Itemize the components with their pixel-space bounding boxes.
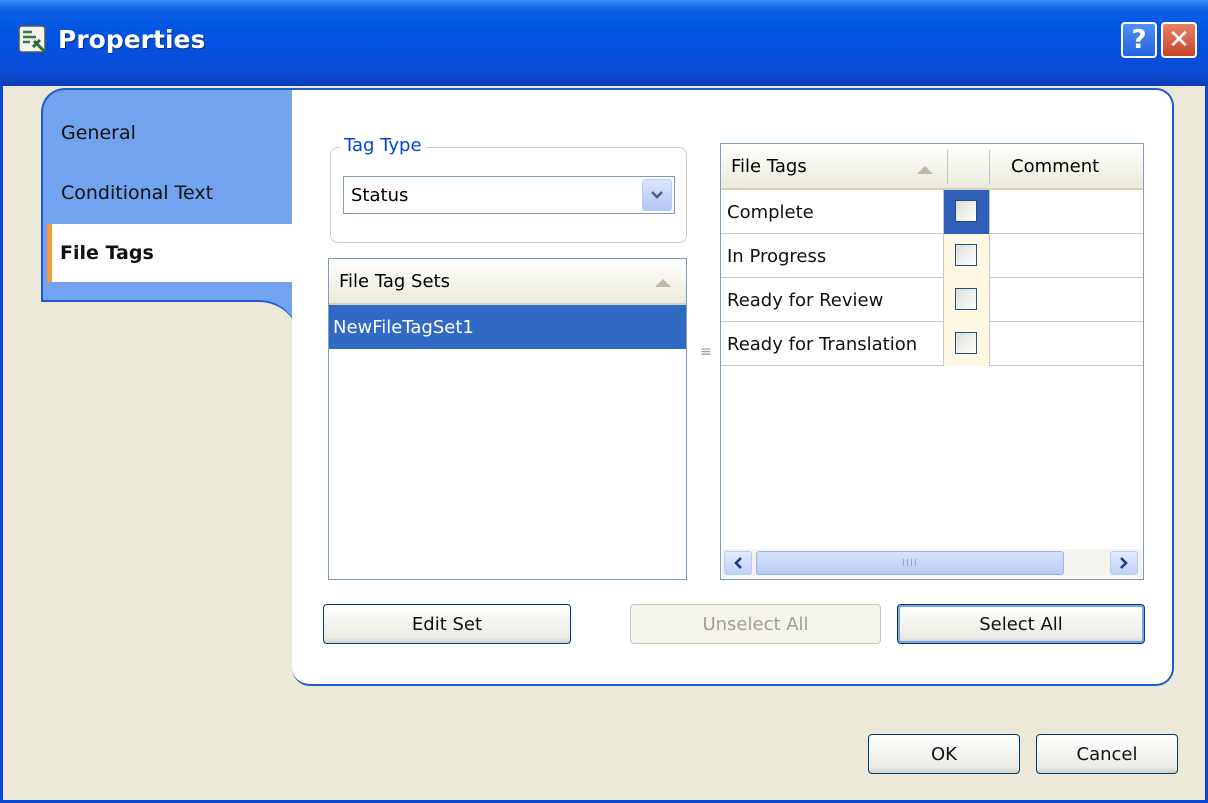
- checkbox-cell[interactable]: [944, 234, 989, 278]
- scroll-right-button[interactable]: [1110, 551, 1138, 575]
- grid-header: File Tags Comment: [721, 144, 1143, 190]
- scroll-thumb-grip: IIII: [902, 557, 918, 569]
- tag-type-legend: Tag Type: [340, 135, 426, 156]
- file-tag-name: Complete: [727, 201, 814, 223]
- tab-file-tags[interactable]: File Tags: [47, 224, 297, 282]
- file-tag-name: Ready for Translation: [727, 333, 918, 355]
- splitter-grip-icon[interactable]: ≡: [700, 344, 712, 360]
- button-label: Unselect All: [702, 613, 809, 635]
- checkbox[interactable]: [955, 244, 977, 266]
- file-tags-grid[interactable]: File Tags Comment Complete In Progress R…: [720, 143, 1144, 580]
- chevron-right-icon: [1120, 557, 1128, 569]
- column-divider[interactable]: [947, 150, 948, 184]
- help-icon: ?: [1131, 25, 1147, 55]
- file-tag-name: In Progress: [727, 245, 827, 267]
- tab-label: File Tags: [60, 242, 154, 264]
- button-label: OK: [931, 743, 957, 765]
- checkbox[interactable]: [955, 200, 977, 222]
- cell-divider: [989, 190, 990, 234]
- chevron-left-icon: [734, 557, 742, 569]
- scroll-left-button[interactable]: [724, 551, 752, 575]
- scroll-thumb[interactable]: IIII: [756, 551, 1064, 575]
- sort-ascending-icon: [655, 279, 671, 287]
- tab-strip-curve: [41, 300, 299, 390]
- tab-label: Conditional Text: [61, 182, 214, 204]
- list-item[interactable]: NewFileTagSet1: [329, 305, 686, 349]
- tab-label: General: [61, 122, 136, 144]
- checkbox-cell[interactable]: [944, 190, 989, 234]
- column-header-label: Comment: [1011, 155, 1100, 177]
- help-button[interactable]: ?: [1121, 22, 1157, 58]
- column-header-file-tags[interactable]: File Tags: [731, 144, 931, 188]
- file-tag-sets-list[interactable]: File Tag Sets NewFileTagSet1: [328, 258, 687, 580]
- tab-conditional-text[interactable]: Conditional Text: [47, 164, 297, 222]
- checkbox[interactable]: [955, 332, 977, 354]
- checkbox-cell[interactable]: [944, 322, 989, 366]
- title-bar[interactable]: Properties ? ✕: [0, 0, 1208, 86]
- table-row[interactable]: Ready for Translation: [721, 322, 1143, 366]
- button-label: Cancel: [1076, 743, 1138, 765]
- cancel-button[interactable]: Cancel: [1036, 734, 1178, 774]
- window-title: Properties: [58, 25, 206, 54]
- cell-divider: [989, 278, 990, 322]
- select-all-button[interactable]: Select All: [897, 604, 1145, 644]
- properties-app-icon: [18, 25, 46, 53]
- edit-set-button[interactable]: Edit Set: [323, 604, 571, 644]
- checkbox[interactable]: [955, 288, 977, 310]
- unselect-all-button[interactable]: Unselect All: [630, 604, 881, 644]
- table-row[interactable]: Ready for Review: [721, 278, 1143, 322]
- button-label: Edit Set: [411, 613, 483, 635]
- file-tag-name: Ready for Review: [727, 289, 884, 311]
- properties-dialog: Properties ? ✕ General Conditional Text …: [0, 0, 1208, 803]
- tag-type-value: Status: [351, 184, 409, 206]
- sort-ascending-icon: [917, 166, 933, 174]
- tag-type-dropdown[interactable]: Status: [343, 176, 675, 214]
- horizontal-scrollbar[interactable]: IIII: [722, 549, 1142, 577]
- cell-divider: [989, 234, 990, 278]
- dropdown-button[interactable]: [642, 179, 672, 211]
- chevron-down-icon: [651, 191, 663, 199]
- ok-button[interactable]: OK: [868, 734, 1020, 774]
- close-button[interactable]: ✕: [1161, 22, 1197, 58]
- table-row[interactable]: In Progress: [721, 234, 1143, 278]
- close-icon: ✕: [1168, 25, 1190, 55]
- file-tag-sets-header[interactable]: File Tag Sets: [329, 259, 686, 305]
- cell-divider: [989, 322, 990, 366]
- column-divider[interactable]: [989, 150, 990, 184]
- checkbox-cell[interactable]: [944, 278, 989, 322]
- tab-general[interactable]: General: [47, 104, 297, 162]
- column-header-comment[interactable]: Comment: [1011, 144, 1131, 188]
- list-item-label: NewFileTagSet1: [333, 316, 474, 338]
- button-label: Select All: [979, 613, 1063, 635]
- column-header-label: File Tag Sets: [339, 270, 450, 292]
- table-row[interactable]: Complete: [721, 190, 1143, 234]
- column-header-label: File Tags: [731, 155, 807, 177]
